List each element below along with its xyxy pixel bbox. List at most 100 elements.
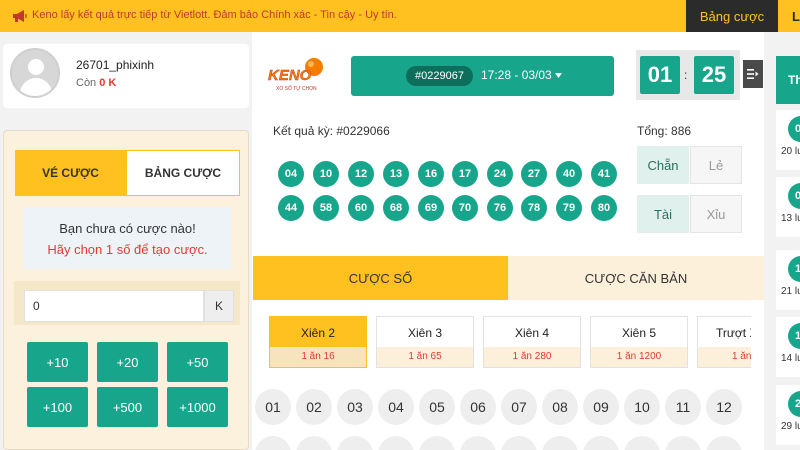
result-ball: 80 — [591, 195, 617, 221]
number-ball[interactable]: 05 — [419, 389, 455, 425]
timer-seconds: 25 — [694, 56, 734, 94]
result-ball: 78 — [521, 195, 547, 221]
balance: Còn 0 K — [76, 77, 116, 89]
menu-collapse-icon — [747, 69, 759, 79]
stat-le: Lẻ — [690, 146, 742, 184]
balance-value: 0 K — [99, 77, 117, 89]
top-notice-bar: Keno lấy kết quả trực tiếp từ Vietlott. … — [0, 0, 800, 32]
bet-type-ratio: 1 ăn 16 — [270, 347, 366, 367]
result-ball: 10 — [313, 161, 339, 187]
bet-amount-input[interactable]: 0 — [24, 290, 204, 322]
result-ball: 17 — [452, 161, 478, 187]
result-ball: 79 — [556, 195, 582, 221]
history-ball: 13 — [788, 256, 800, 282]
number-ball[interactable]: 12 — [706, 389, 742, 425]
number-ball[interactable]: 08 — [542, 389, 578, 425]
notice-text: Keno lấy kết quả trực tiếp từ Vietlott. … — [32, 9, 397, 21]
stat-tai: Tài — [637, 195, 689, 233]
megaphone-icon — [13, 10, 27, 22]
logo-text: KENO — [268, 67, 312, 84]
history-count: 21 lư — [781, 286, 800, 297]
empty-bet-text: Bạn chưa có cược nào! — [59, 221, 196, 236]
quick-amount-50-button[interactable]: +50 — [167, 342, 228, 382]
result-ball: 60 — [348, 195, 374, 221]
number-ball[interactable]: 09 — [583, 389, 619, 425]
draw-time: 17:28 - 03/03 — [481, 68, 552, 82]
result-ball: 27 — [521, 161, 547, 187]
history-item[interactable]: 25 29 lư — [776, 385, 800, 445]
avatar-body-shape — [20, 78, 52, 96]
number-ball[interactable]: 02 — [296, 389, 332, 425]
bet-type-ratio: 1 ăn 1200 — [591, 347, 687, 367]
bet-type-xien-4[interactable]: Xiên 4 1 ăn 280 — [483, 316, 581, 368]
bang-cuoc-button[interactable]: Bảng cược — [686, 0, 778, 32]
number-ball[interactable]: 01 — [255, 389, 291, 425]
result-ball: 76 — [487, 195, 513, 221]
top-menu-cut-item[interactable]: L — [778, 0, 800, 32]
result-ball: 12 — [348, 161, 374, 187]
quick-amount-100-button[interactable]: +100 — [27, 387, 88, 427]
result-ball: 44 — [278, 195, 304, 221]
history-item[interactable]: 01 20 lư — [776, 110, 800, 170]
bet-type-truot[interactable]: Trượt X 1 ăn — [697, 316, 751, 368]
result-label: Kết quả kỳ: #0229066 — [273, 124, 390, 138]
history-count: 14 lư — [781, 353, 800, 364]
draw-id: #0229067 — [406, 66, 473, 86]
bet-type-name: Xiên 5 — [621, 326, 657, 340]
user-card: 26701_phixinh Còn 0 K — [3, 44, 249, 108]
stat-xiu: Xỉu — [690, 195, 742, 233]
result-ball: 58 — [313, 195, 339, 221]
panel-toggle-button[interactable] — [743, 60, 763, 88]
history-item[interactable]: 19 14 lư — [776, 317, 800, 377]
bet-type-name: Xiên 4 — [514, 326, 550, 340]
quick-amount-1000-button[interactable]: +1000 — [167, 387, 228, 427]
history-item[interactable]: 13 21 lư — [776, 250, 800, 310]
stat-chan: Chẵn — [637, 146, 689, 184]
number-ball[interactable]: 07 — [501, 389, 537, 425]
quick-amount-500-button[interactable]: +500 — [97, 387, 158, 427]
avatar-head-shape — [28, 59, 44, 75]
result-ball: 68 — [383, 195, 409, 221]
history-ball: 19 — [788, 323, 800, 349]
timer-separator: : — [684, 68, 688, 82]
username: 26701_phixinh — [76, 58, 155, 72]
timer-minutes: 01 — [640, 56, 680, 94]
history-count: 29 lư — [781, 421, 800, 432]
bet-type-name: Xiên 3 — [407, 326, 443, 340]
history-count: 13 lư — [781, 213, 800, 224]
bet-type-ratio: 1 ăn 280 — [484, 347, 580, 367]
number-ball[interactable]: 03 — [337, 389, 373, 425]
history-ball: 25 — [788, 391, 800, 417]
bet-type-name: Xiên 2 — [300, 326, 336, 340]
history-item[interactable]: 07 13 lư — [776, 177, 800, 237]
tab-cuoc-can-ban[interactable]: CƯỢC CĂN BẢN — [508, 256, 764, 300]
bet-type-ratio: 1 ăn 65 — [377, 347, 473, 367]
quick-amount-20-button[interactable]: +20 — [97, 342, 158, 382]
bet-hint-text: Hãy chọn 1 số để tạo cược. — [47, 242, 208, 257]
total-label: Tổng: 886 — [637, 124, 692, 138]
tab-bang-cuoc[interactable]: BẢNG CƯỢC — [126, 150, 240, 196]
avatar[interactable] — [10, 48, 60, 98]
result-ball: 16 — [418, 161, 444, 187]
tab-cuoc-so[interactable]: CƯỢC SỐ — [253, 256, 508, 300]
quick-amount-10-button[interactable]: +10 — [27, 342, 88, 382]
number-ball[interactable]: 04 — [378, 389, 414, 425]
tab-ve-cuoc[interactable]: VÉ CƯỢC — [15, 150, 126, 196]
bet-type-xien-2[interactable]: Xiên 2 1 ăn 16 — [269, 316, 367, 368]
number-ball[interactable]: 10 — [624, 389, 660, 425]
amount-unit: K — [204, 290, 234, 322]
bet-type-xien-5[interactable]: Xiên 5 1 ăn 1200 — [590, 316, 688, 368]
history-ball: 01 — [788, 116, 800, 142]
keno-logo: KENO XỔ SỐ TỰ CHỌN — [268, 58, 323, 92]
empty-bet-message: Bạn chưa có cược nào! Hãy chọn 1 số để t… — [23, 207, 232, 269]
draw-select-dropdown[interactable]: #0229067 17:28 - 03/03 — [351, 56, 614, 96]
number-ball[interactable]: 11 — [665, 389, 701, 425]
result-ball: 69 — [418, 195, 444, 221]
bet-type-ratio: 1 ăn — [698, 347, 751, 367]
bet-type-xien-3[interactable]: Xiên 3 1 ăn 65 — [376, 316, 474, 368]
result-ball: 13 — [383, 161, 409, 187]
number-ball[interactable]: 06 — [460, 389, 496, 425]
history-count: 20 lư — [781, 146, 800, 157]
history-ball: 07 — [788, 183, 800, 209]
result-ball: 41 — [591, 161, 617, 187]
